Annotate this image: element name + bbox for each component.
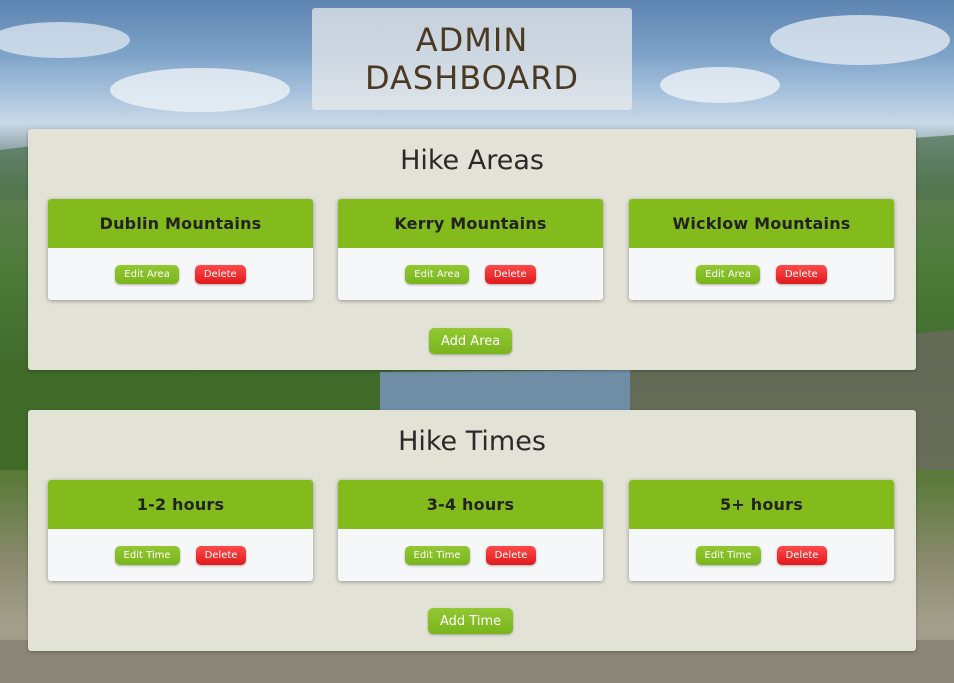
area-card-dublin: Dublin Mountains Edit Area Delete: [48, 199, 313, 300]
hike-times-panel: Hike Times 1-2 hours Edit Time Delete 3-…: [28, 410, 916, 651]
area-card-title: Dublin Mountains: [48, 199, 313, 248]
dashboard-title-line1: ADMIN: [415, 21, 529, 59]
dashboard-title-box: ADMIN DASHBOARD: [312, 8, 632, 110]
delete-time-button[interactable]: Delete: [485, 545, 537, 565]
edit-time-button[interactable]: Edit Time: [404, 545, 470, 565]
time-card-actions: Edit Time Delete: [48, 529, 313, 581]
time-card-title: 5+ hours: [629, 480, 894, 529]
area-card-title: Kerry Mountains: [338, 199, 603, 248]
time-card-title: 1-2 hours: [48, 480, 313, 529]
edit-time-button[interactable]: Edit Time: [695, 545, 761, 565]
delete-time-button[interactable]: Delete: [776, 545, 828, 565]
delete-area-button[interactable]: Delete: [775, 264, 827, 284]
delete-area-button[interactable]: Delete: [484, 264, 536, 284]
area-card-actions: Edit Area Delete: [629, 248, 894, 300]
add-time-button[interactable]: Add Time: [428, 608, 514, 634]
time-card-3-4: 3-4 hours Edit Time Delete: [338, 480, 603, 581]
dashboard-title-line2: DASHBOARD: [364, 59, 580, 97]
time-card-1-2: 1-2 hours Edit Time Delete: [48, 480, 313, 581]
add-area-button[interactable]: Add Area: [429, 328, 513, 354]
hike-times-title: Hike Times: [398, 426, 546, 457]
delete-area-button[interactable]: Delete: [194, 264, 246, 284]
edit-area-button[interactable]: Edit Area: [405, 264, 469, 284]
area-card-actions: Edit Area Delete: [338, 248, 603, 300]
hike-areas-panel: Hike Areas Dublin Mountains Edit Area De…: [28, 129, 916, 370]
hike-areas-title: Hike Areas: [400, 145, 544, 176]
area-card-kerry: Kerry Mountains Edit Area Delete: [338, 199, 603, 300]
edit-area-button[interactable]: Edit Area: [115, 264, 179, 284]
area-card-title: Wicklow Mountains: [629, 199, 894, 248]
delete-time-button[interactable]: Delete: [195, 545, 247, 565]
area-card-wicklow: Wicklow Mountains Edit Area Delete: [629, 199, 894, 300]
time-card-5-plus: 5+ hours Edit Time Delete: [629, 480, 894, 581]
time-card-title: 3-4 hours: [338, 480, 603, 529]
edit-area-button[interactable]: Edit Area: [696, 264, 760, 284]
time-card-actions: Edit Time Delete: [629, 529, 894, 581]
time-card-actions: Edit Time Delete: [338, 529, 603, 581]
area-card-actions: Edit Area Delete: [48, 248, 313, 300]
edit-time-button[interactable]: Edit Time: [114, 545, 180, 565]
